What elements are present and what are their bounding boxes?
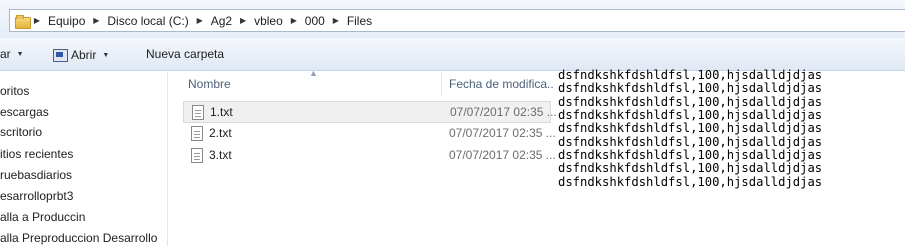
console-line: dsfndkshkfdshldfsl,100,hjsdalldjdjas xyxy=(558,68,823,82)
address-bar-row: ▶ Equipo ▶ Disco local (C:) ▶ Ag2 ▶ vble… xyxy=(0,0,905,38)
nav-item[interactable]: oritos xyxy=(0,81,29,101)
breadcrumb-ag2[interactable]: Ag2 xyxy=(208,14,235,28)
organize-button[interactable]: ar ▼ xyxy=(0,47,24,61)
chevron-right-icon[interactable]: ▶ xyxy=(328,16,344,25)
command-toolbar: ar ▼ Abrir ▼ Nueva carpeta xyxy=(0,38,905,71)
chevron-right-icon[interactable]: ▶ xyxy=(235,16,251,25)
nav-item[interactable]: itios recientes xyxy=(0,144,73,164)
console-line: dsfndkshkfdshldfsl,100,hjsdalldjdjas xyxy=(558,148,823,163)
chevron-right-icon[interactable]: ▶ xyxy=(286,16,302,25)
organize-label: ar xyxy=(0,47,11,61)
console-line: dsfndkshkfdshldfsl,100,hjsdalldjdjas xyxy=(558,81,823,96)
new-folder-button[interactable]: Nueva carpeta xyxy=(146,47,224,61)
file-row[interactable]: 2.txt 07/07/2017 02:35 ... xyxy=(183,123,556,145)
chevron-right-icon[interactable]: ▶ xyxy=(88,16,104,25)
file-row[interactable]: 3.txt 07/07/2017 02:35 ... xyxy=(183,145,556,167)
console-line: dsfndkshkfdshldfsl,100,hjsdalldjdjas xyxy=(558,121,823,136)
open-button[interactable]: Abrir ▼ xyxy=(52,47,109,63)
file-date: 07/07/2017 02:35 ... xyxy=(449,126,556,140)
breadcrumb-000[interactable]: 000 xyxy=(302,14,328,28)
file-name: 1.txt xyxy=(210,105,233,119)
console-line: dsfndkshkfdshldfsl,100,hjsdalldjdjas xyxy=(558,108,823,123)
open-program-icon xyxy=(52,47,68,63)
nav-item[interactable]: esarrolloprbt3 xyxy=(0,186,73,206)
console-line: dsfndkshkfdshldfsl,100,hjsdalldjdjas xyxy=(558,94,823,109)
file-name: 3.txt xyxy=(209,148,232,162)
chevron-down-icon: ▼ xyxy=(102,52,110,60)
open-label: Abrir xyxy=(71,48,97,62)
address-bar[interactable]: ▶ Equipo ▶ Disco local (C:) ▶ Ag2 ▶ vble… xyxy=(9,9,905,32)
console-output: dsfndkshkfdshldfsl,100,hjsdalldjdjas dsfn… xyxy=(558,68,823,189)
nav-item[interactable]: alla a Produccin xyxy=(0,207,85,227)
breadcrumb-files[interactable]: Files xyxy=(344,14,375,28)
breadcrumb-disco-local[interactable]: Disco local (C:) xyxy=(104,14,191,28)
chevron-right-icon[interactable]: ▶ xyxy=(192,16,208,25)
console-line: dsfndkshkfdshldfsl,100,hjsdalldjdjas xyxy=(558,161,823,176)
navigation-pane: oritos escargas scritorio itios reciente… xyxy=(0,72,168,246)
nav-item[interactable]: escargas xyxy=(0,102,49,122)
console-line: dsfndkshkfdshldfsl,100,hjsdalldjdjas xyxy=(558,134,823,149)
breadcrumb-vbleo[interactable]: vbleo xyxy=(251,14,286,28)
folder-icon xyxy=(15,14,31,29)
text-file-icon xyxy=(192,105,204,120)
column-divider[interactable] xyxy=(441,72,442,96)
text-file-icon xyxy=(191,148,203,163)
text-file-icon xyxy=(191,126,203,141)
console-line: dsfndkshkfdshldfsl,100,hjsdalldjdjas xyxy=(558,174,823,189)
nav-item[interactable]: scritorio xyxy=(0,122,42,142)
breadcrumb-equipo[interactable]: Equipo xyxy=(45,14,88,28)
file-date: 07/07/2017 02:35 ... xyxy=(450,105,557,119)
nav-item[interactable]: alla Preproduccion Desarrollo xyxy=(0,228,157,246)
column-header-name[interactable]: Nombre xyxy=(188,72,438,96)
chevron-down-icon: ▼ xyxy=(16,51,24,59)
column-header-date[interactable]: Fecha de modifica... xyxy=(449,72,553,96)
file-row[interactable]: 1.txt 07/07/2017 02:35 ... xyxy=(183,101,557,123)
file-date: 07/07/2017 02:35 ... xyxy=(449,148,556,162)
chevron-right-icon[interactable]: ▶ xyxy=(29,16,45,25)
nav-item[interactable]: ruebasdiarios xyxy=(0,165,72,185)
file-name: 2.txt xyxy=(209,126,232,140)
